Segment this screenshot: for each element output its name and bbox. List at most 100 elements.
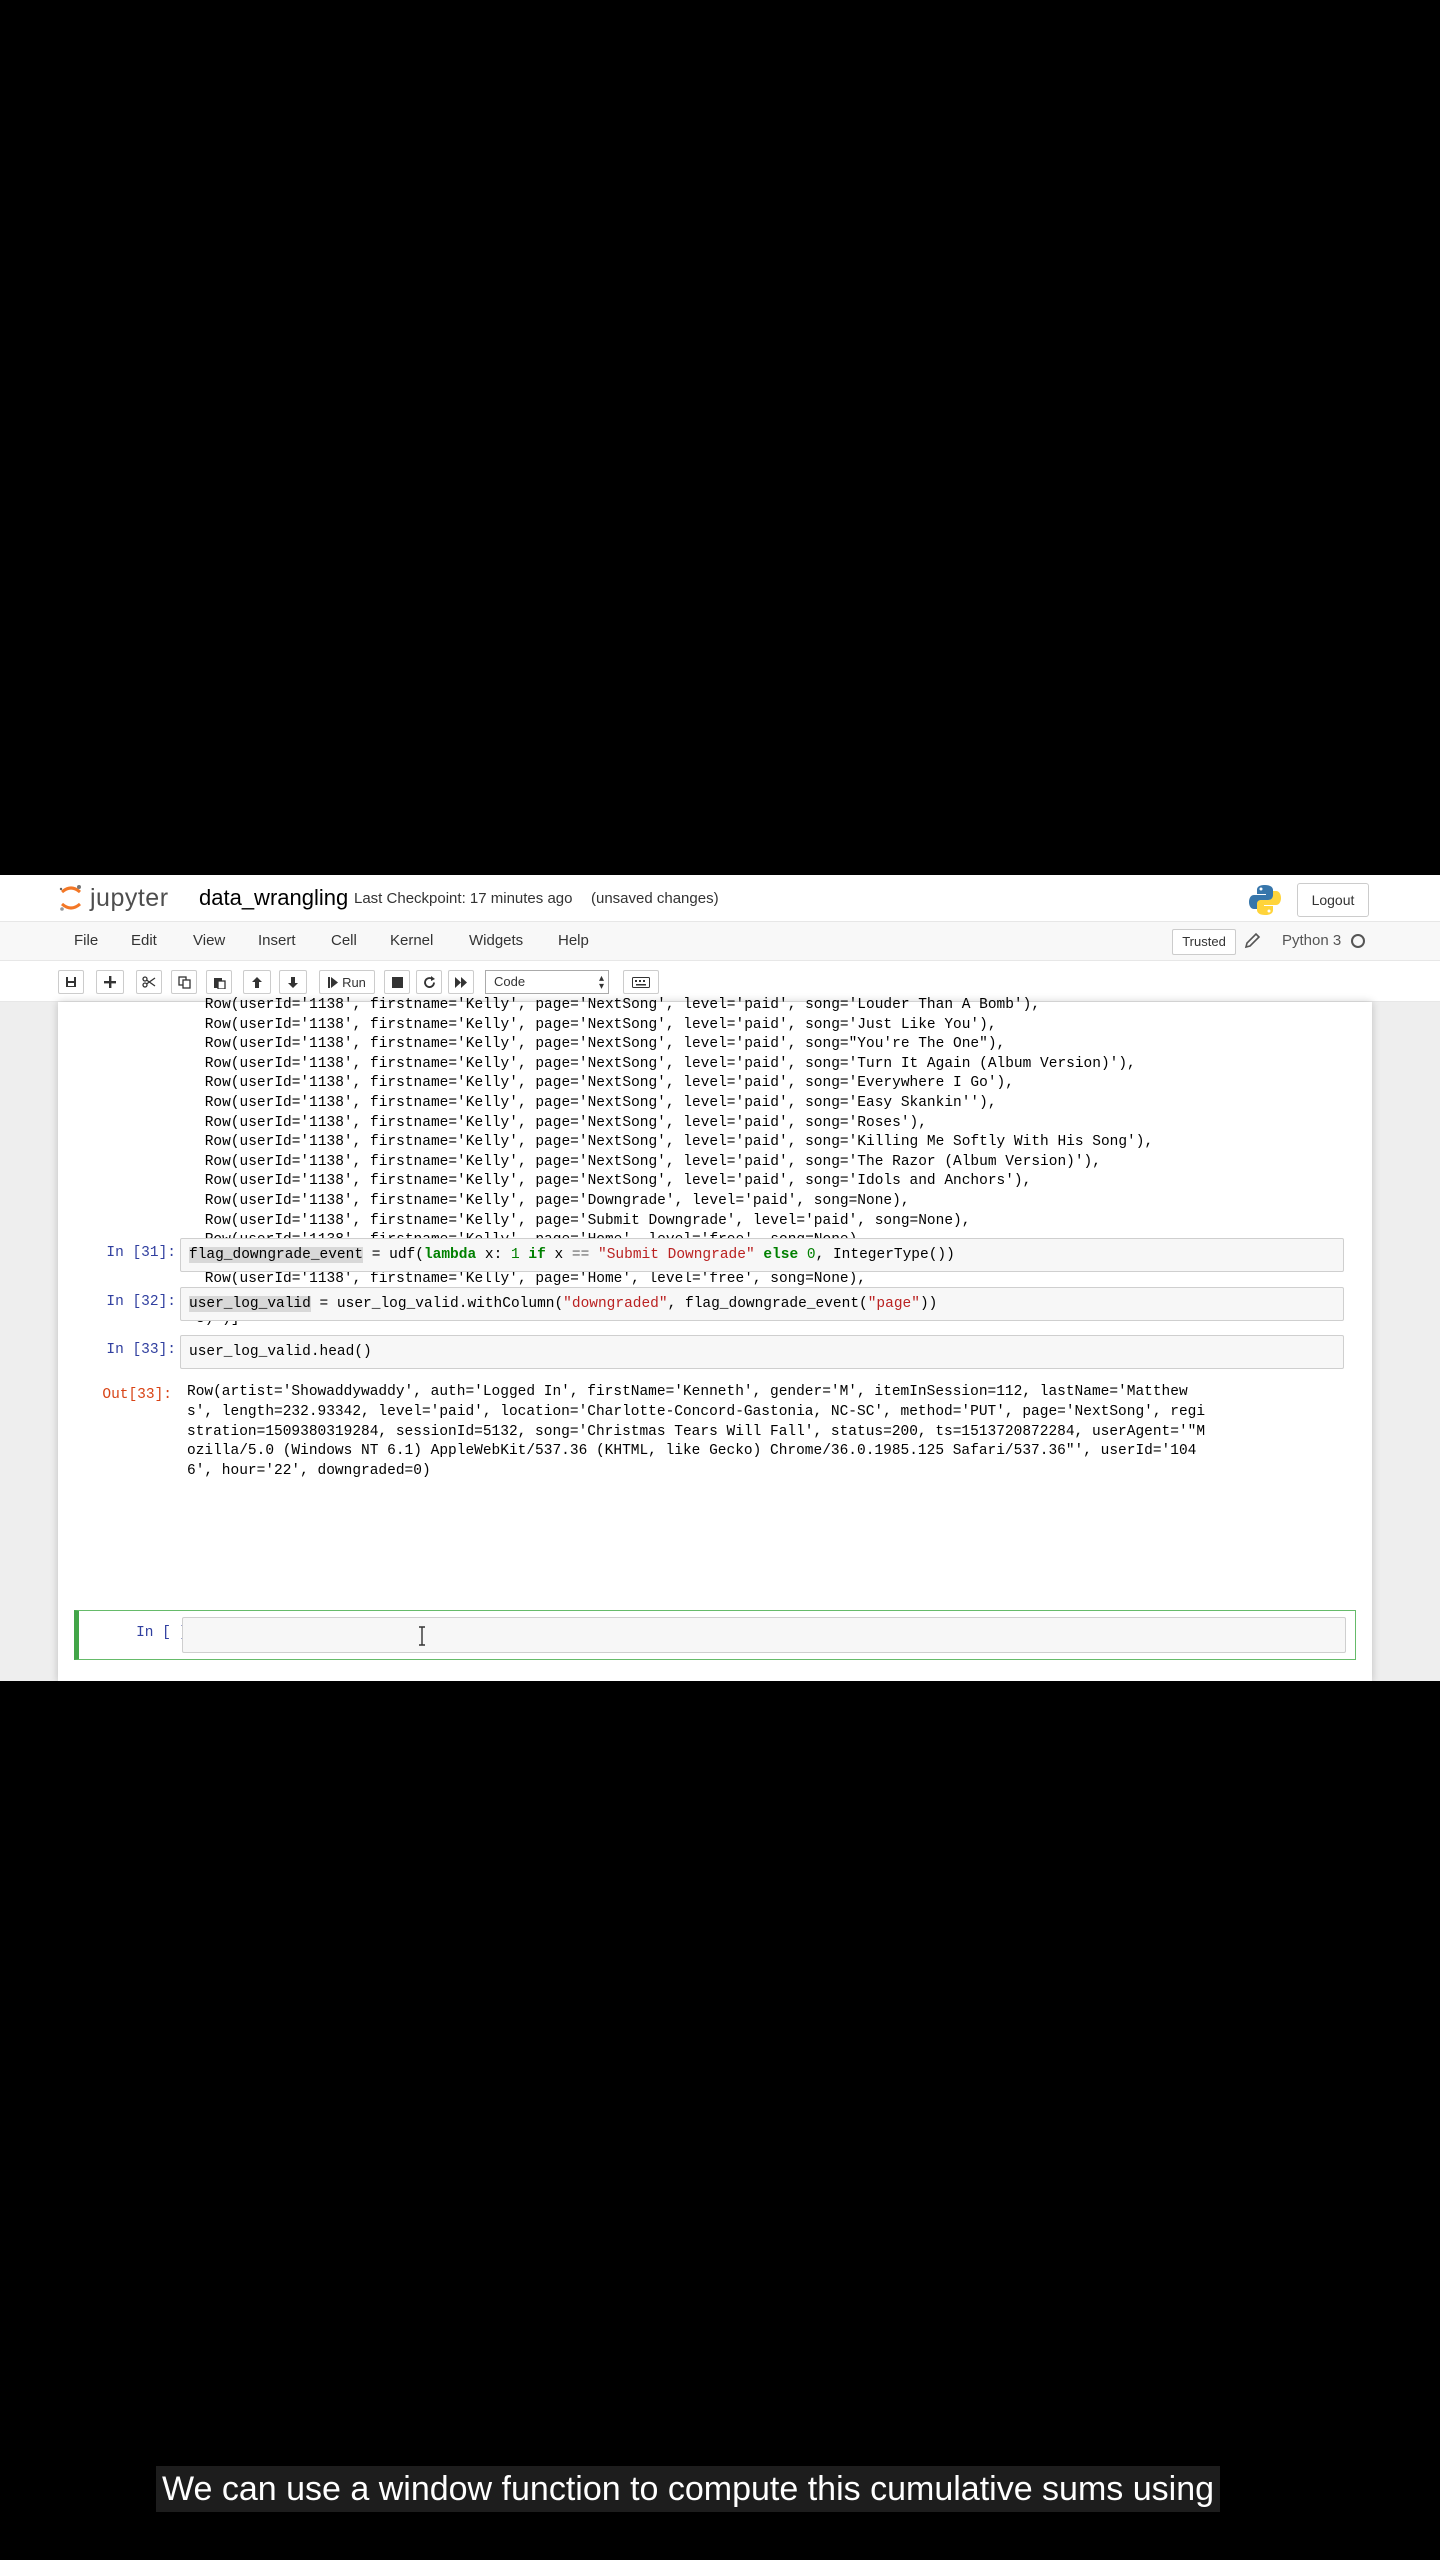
paste-icon	[213, 977, 226, 989]
insert-cell-button[interactable]	[96, 970, 124, 994]
code-token: ==	[571, 1247, 590, 1263]
code-token: x	[545, 1247, 572, 1263]
output-line: Row(userId='1138', firstname='Kelly', pa…	[196, 1055, 1136, 1072]
output-line: Row(artist='Showaddywaddy', auth='Logged…	[187, 1384, 1188, 1400]
code-token: "downgraded"	[563, 1296, 668, 1312]
cell-31-prompt: In [31]:	[106, 1245, 176, 1261]
interrupt-button[interactable]	[384, 970, 410, 994]
output-line: ozilla/5.0 (Windows NT 6.1) AppleWebKit/…	[187, 1443, 1197, 1460]
cut-button[interactable]	[136, 970, 162, 994]
output-line: Row(userId='1138', firstname='Kelly', pa…	[196, 1036, 1006, 1053]
arrow-up-icon	[252, 976, 262, 988]
save-button[interactable]	[58, 970, 84, 994]
output-line: Row(userId='1138', firstname='Kelly', pa…	[196, 1192, 910, 1209]
cell-31-input[interactable]: flag_downgrade_event = udf(lambda x: 1 i…	[180, 1238, 1344, 1272]
code-token: user_log_valid.head()	[189, 1344, 372, 1360]
code-token: else	[763, 1247, 799, 1263]
copy-button[interactable]	[171, 970, 197, 994]
menu-edit[interactable]: Edit	[131, 931, 157, 951]
pencil-icon[interactable]	[1243, 931, 1261, 951]
stop-icon	[391, 976, 403, 988]
output-line: Row(userId='1138', firstname='Kelly', pa…	[196, 1094, 997, 1111]
output-line: Row(userId='1138', firstname='Kelly', pa…	[196, 1075, 1014, 1092]
cell-32-input[interactable]: user_log_valid = user_log_valid.withColu…	[180, 1287, 1344, 1321]
output-line: Row(userId='1138', firstname='Kelly', pa…	[196, 1153, 1101, 1170]
active-cell-prompt: In [ ]:	[136, 1625, 197, 1641]
checkpoint-status: Last Checkpoint: 17 minutes ago	[354, 890, 573, 907]
jupyter-window: jupyter data_wrangling Last Checkpoint: …	[0, 875, 1440, 1681]
cell-33-input[interactable]: user_log_valid.head()	[180, 1335, 1344, 1369]
cell-32-prompt: In [32]:	[106, 1294, 176, 1310]
output-line: Row(userId='1138', firstname='Kelly', pa…	[196, 1114, 927, 1131]
menu-widgets[interactable]: Widgets	[469, 931, 523, 951]
code-token: 1	[510, 1247, 520, 1263]
menu-insert[interactable]: Insert	[258, 931, 296, 951]
cell-33-code: user_log_valid.head()	[189, 1342, 372, 1362]
kernel-idle-indicator-icon	[1351, 934, 1365, 948]
output-line: s', length=232.93342, level='paid', loca…	[187, 1403, 1206, 1420]
restart-button[interactable]	[416, 970, 442, 994]
code-token: lambda	[423, 1247, 477, 1263]
move-up-button[interactable]	[243, 970, 271, 994]
previous-cell-output: Row(userId='1138', firstname='Kelly', pa…	[196, 996, 1179, 1329]
output-line: Row(userId='1138', firstname='Kelly', pa…	[196, 1016, 997, 1033]
code-token: , flag_downgrade_event(	[667, 1296, 868, 1312]
jupyter-logo[interactable]: jupyter	[58, 883, 169, 913]
python-logo-icon	[1249, 885, 1281, 915]
move-down-button[interactable]	[279, 970, 307, 994]
menu-file[interactable]: File	[74, 931, 98, 951]
header: jupyter data_wrangling Last Checkpoint: …	[0, 875, 1440, 922]
cell-33-output: Row(artist='Showaddywaddy', auth='Logged…	[187, 1383, 1205, 1482]
video-caption: We can use a window function to compute …	[156, 2466, 1221, 2512]
output-line: stration=1509380319284, sessionId=5132, …	[187, 1423, 1206, 1440]
cut-icon	[142, 976, 156, 988]
output-line: 6', hour='22', downgraded=0)	[187, 1463, 431, 1480]
run-button[interactable]: Run	[319, 970, 375, 994]
restart-run-all-button[interactable]	[448, 970, 474, 994]
output-line: Row(userId='1138', firstname='Kelly', pa…	[196, 1212, 971, 1229]
code-token: = user_log_valid.withColumn(	[310, 1296, 564, 1312]
keyboard-icon	[632, 976, 650, 988]
active-cell-input[interactable]	[182, 1617, 1346, 1653]
notebook-title[interactable]: data_wrangling	[199, 883, 348, 913]
active-cell[interactable]: In [ ]:	[74, 1610, 1356, 1660]
run-icon	[328, 976, 339, 988]
highlighted-token: user_log_valid	[189, 1296, 311, 1312]
cell-33-output-prompt: Out[33]:	[102, 1387, 172, 1403]
logout-button[interactable]: Logout	[1297, 883, 1369, 917]
code-token: = udf(	[363, 1247, 424, 1263]
menu-cell[interactable]: Cell	[331, 931, 357, 951]
highlighted-token: flag_downgrade_event	[189, 1247, 364, 1263]
code-token: "page"	[867, 1296, 920, 1312]
cell-31-code: flag_downgrade_event = udf(lambda x: 1 i…	[189, 1245, 955, 1265]
menu-help[interactable]: Help	[558, 931, 589, 951]
notebook-container: Row(userId='1138', firstname='Kelly', pa…	[58, 997, 1372, 1681]
run-label: Run	[342, 974, 366, 990]
logo-text: jupyter	[90, 883, 169, 912]
paste-button[interactable]	[206, 970, 232, 994]
menu-view[interactable]: View	[193, 931, 225, 951]
cell-type-value: Code	[494, 974, 526, 989]
code-token: x:	[476, 1247, 511, 1263]
menu-kernel[interactable]: Kernel	[390, 931, 433, 951]
kernel-name[interactable]: Python 3	[1282, 932, 1341, 950]
code-token: "Submit Downgrade"	[598, 1247, 755, 1263]
restart-icon	[423, 975, 435, 988]
cell-32-code: user_log_valid = user_log_valid.withColu…	[189, 1294, 937, 1314]
jupyter-logo-icon	[59, 885, 81, 911]
command-palette-button[interactable]	[623, 970, 659, 994]
output-line: Row(userId='1138', firstname='Kelly', pa…	[196, 1173, 1032, 1190]
code-token: 0	[806, 1247, 816, 1263]
trusted-indicator[interactable]: Trusted	[1172, 929, 1236, 955]
fast-forward-icon	[454, 976, 467, 988]
arrow-down-icon	[288, 976, 298, 988]
code-token: if	[528, 1247, 546, 1263]
cell-33-prompt: In [33]:	[106, 1342, 176, 1358]
copy-icon	[177, 975, 191, 989]
cell-type-select[interactable]: Code ▴ ▾	[485, 970, 609, 994]
plus-icon	[104, 976, 116, 988]
autosave-status: (unsaved changes)	[591, 890, 719, 907]
save-icon	[66, 977, 76, 987]
